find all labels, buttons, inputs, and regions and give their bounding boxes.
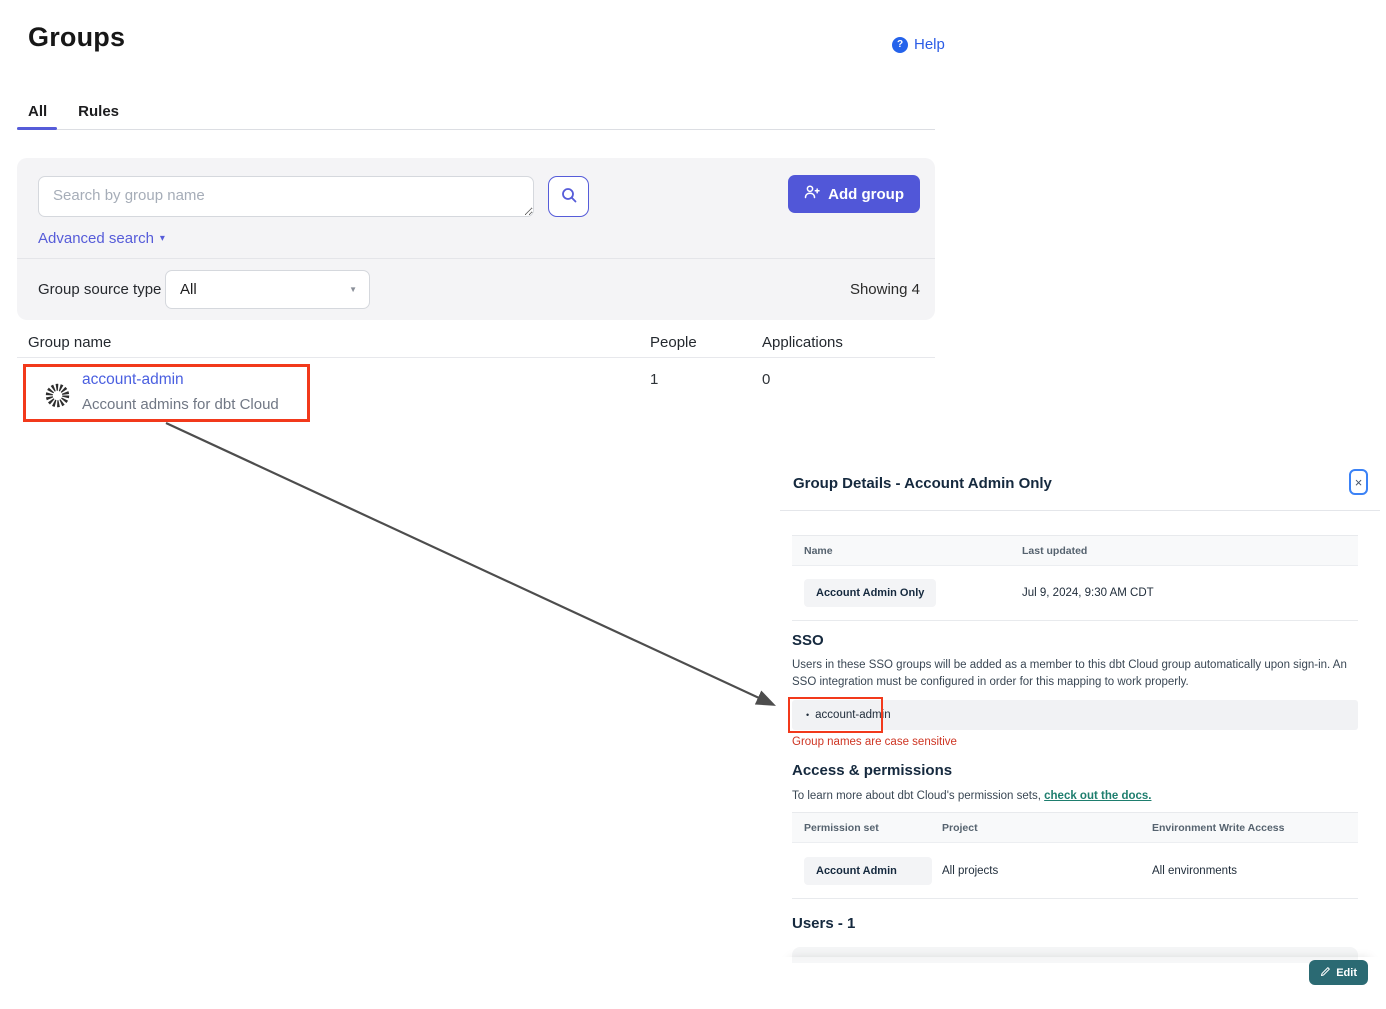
sso-heading: SSO — [792, 632, 824, 649]
pencil-icon — [1320, 966, 1331, 980]
name-table-row: Account Admin Only Jul 9, 2024, 9:30 AM … — [792, 566, 1358, 620]
group-name-chip: Account Admin Only — [804, 587, 936, 599]
tab-all[interactable]: All — [28, 103, 47, 120]
showing-count: Showing 4 — [850, 281, 920, 298]
filter-panel: Add group Advanced search ▾ Group source… — [17, 158, 935, 320]
column-header-name: Name — [804, 545, 833, 557]
search-button[interactable] — [548, 176, 589, 217]
sso-description: Users in these SSO groups will be added … — [792, 657, 1358, 692]
access-description: To learn more about dbt Cloud's permissi… — [792, 788, 1358, 805]
group-source-type-select[interactable]: All ▼ — [165, 270, 370, 309]
column-header-project: Project — [942, 822, 978, 834]
applications-count: 0 — [762, 371, 770, 388]
permissions-table-header: Permission set Project Environment Write… — [792, 813, 1358, 843]
bullet-icon: • — [806, 710, 809, 720]
close-icon[interactable]: × — [1349, 469, 1368, 495]
search-input[interactable] — [38, 176, 534, 217]
column-header-last-updated: Last updated — [1022, 545, 1087, 557]
group-description: Account admins for dbt Cloud — [82, 396, 279, 413]
tab-rules[interactable]: Rules — [78, 103, 119, 120]
table-header-divider — [17, 357, 935, 358]
panel-divider — [780, 510, 1380, 511]
docs-link[interactable]: check out the docs. — [1044, 790, 1151, 802]
add-group-button[interactable]: Add group — [788, 175, 920, 213]
permissions-table: Permission set Project Environment Write… — [792, 812, 1358, 899]
column-header-people: People — [650, 334, 697, 351]
group-source-type-label: Group source type — [38, 281, 161, 298]
advanced-search-label: Advanced search — [38, 230, 154, 247]
access-description-text: To learn more about dbt Cloud's permissi… — [792, 790, 1044, 802]
people-count: 1 — [650, 371, 658, 388]
permission-set-chip: Account Admin — [804, 857, 932, 885]
case-sensitive-note: Group names are case sensitive — [792, 736, 957, 748]
help-link[interactable]: ? Help — [892, 36, 945, 53]
search-icon — [560, 186, 578, 207]
column-header-env-write-access: Environment Write Access — [1152, 822, 1284, 834]
project-value: All projects — [942, 865, 998, 877]
sso-group-item: • account-admin — [792, 700, 1358, 730]
last-updated-value: Jul 9, 2024, 9:30 AM CDT — [1022, 587, 1154, 599]
group-source-type-value: All — [180, 281, 197, 298]
select-caret-icon: ▼ — [349, 285, 357, 294]
add-group-label: Add group — [828, 186, 904, 203]
tab-bar-divider — [17, 129, 935, 130]
advanced-search-toggle[interactable]: Advanced search ▾ — [38, 230, 165, 247]
caret-down-icon: ▾ — [160, 233, 165, 244]
group-name-link[interactable]: account-admin — [82, 371, 184, 389]
help-label: Help — [914, 36, 945, 53]
help-icon: ? — [892, 37, 908, 53]
page-title: Groups — [28, 22, 125, 53]
groups-page: Groups ? Help All Rules — [0, 0, 1386, 1009]
panel-footer — [780, 957, 1380, 1009]
env-write-access-value: All environments — [1152, 865, 1237, 877]
panel-title: Group Details - Account Admin Only — [793, 475, 1052, 492]
group-details-panel: Group Details - Account Admin Only × Nam… — [780, 460, 1380, 1009]
column-header-applications: Applications — [762, 334, 843, 351]
access-permissions-heading: Access & permissions — [792, 762, 952, 779]
column-header-permission-set: Permission set — [804, 822, 879, 834]
add-user-icon — [804, 184, 820, 204]
tab-bar: All Rules — [28, 103, 119, 120]
edit-button[interactable]: Edit — [1309, 960, 1368, 985]
filter-divider — [17, 258, 935, 259]
name-table-header: Name Last updated — [792, 536, 1358, 566]
group-avatar-icon — [44, 382, 71, 414]
permissions-table-row: Account Admin All projects All environme… — [792, 843, 1358, 898]
name-table: Name Last updated Account Admin Only Jul… — [792, 535, 1358, 621]
users-heading: Users - 1 — [792, 915, 855, 932]
active-tab-underline — [17, 127, 57, 130]
sso-group-name: account-admin — [815, 709, 890, 721]
edit-label: Edit — [1336, 967, 1357, 979]
column-header-group-name: Group name — [28, 334, 111, 351]
